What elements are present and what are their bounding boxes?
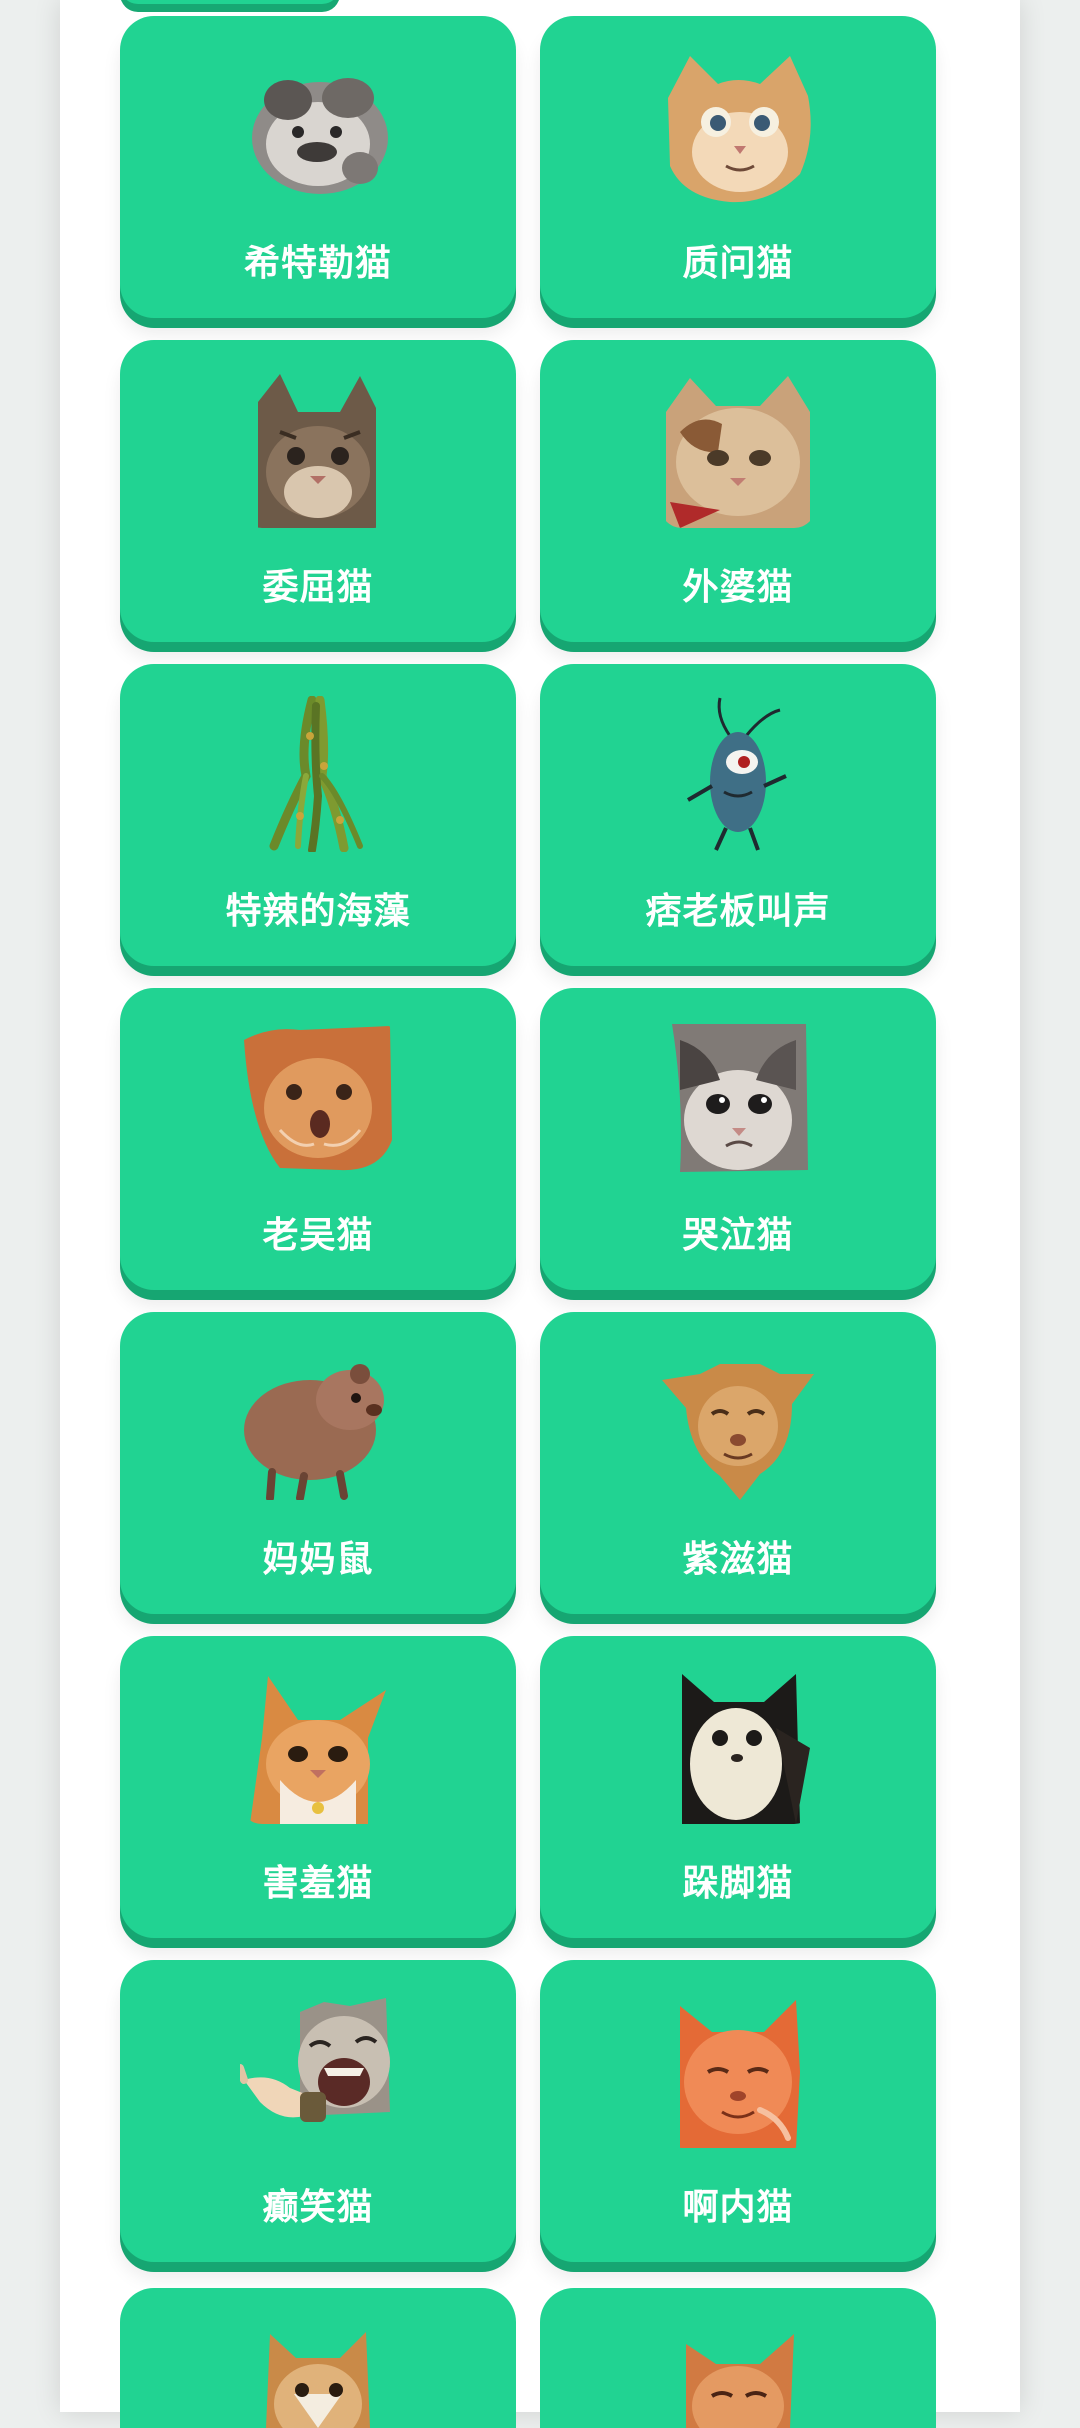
sound-card-grandma-cat[interactable]: 外婆猫 [540,340,936,642]
sound-card-partial-bottom-right[interactable] [540,2288,936,2428]
sound-card-question-cat[interactable]: 质问猫 [540,16,936,318]
sound-card-label: 委屈猫 [262,567,374,608]
calico-cat-icon [660,372,816,528]
seaweed-icon [240,696,396,852]
sound-card-label: 痞老板叫声 [645,891,831,932]
sound-card-label: 哭泣猫 [682,1215,794,1256]
sound-card-label: 妈妈鼠 [262,1539,374,1580]
sound-card-stomping-cat[interactable]: 跺脚猫 [540,1636,936,1938]
sound-card-label: 跺脚猫 [682,1863,794,1904]
sound-card-label: 特辣的海藻 [225,891,411,932]
sound-card-ane-cat[interactable]: 啊内猫 [540,1960,936,2262]
black-white-cat-icon [660,1668,816,1824]
sound-card-crazy-laugh-cat[interactable]: 癫笑猫 [120,1960,516,2262]
orange-cat-icon [660,48,816,204]
sound-card-shy-cat[interactable]: 害羞猫 [120,1636,516,1938]
shy-cat-icon [240,1668,396,1824]
orange-cat-icon [660,1992,816,2148]
squint-cat-icon [660,1344,816,1500]
laughing-cat-icon [240,1992,396,2148]
card-partial-top-left[interactable] [120,0,340,4]
sound-card-label: 癫笑猫 [262,2187,374,2228]
hamster-icon [240,1344,396,1500]
sound-card-label: 紫滋猫 [682,1539,794,1580]
sound-card-label: 希特勒猫 [243,243,392,284]
sound-card-crying-cat[interactable]: 哭泣猫 [540,988,936,1290]
sound-card-spicy-seaweed[interactable]: 特辣的海藻 [120,664,516,966]
calico-cat-icon [256,2324,380,2428]
sound-card-label: 质问猫 [682,243,794,284]
sound-card-wronged-cat[interactable]: 委屈猫 [120,340,516,642]
sound-card-label: 老吴猫 [262,1215,374,1256]
orange-cat-icon [676,2324,800,2428]
sound-card-label: 外婆猫 [682,567,794,608]
sound-card-zizi-cat[interactable]: 紫滋猫 [540,1312,936,1614]
grey-cat-icon [240,48,396,204]
sound-board-page: 希特勒猫 质问猫 委屈猫 外婆猫 特辣的海藻 痞老板叫声 老吴猫 哭泣猫 妈妈鼠… [60,0,1020,2428]
sound-card-plankton[interactable]: 痞老板叫声 [540,664,936,966]
sound-card-label: 啊内猫 [682,2187,794,2228]
sound-card-laowu-cat[interactable]: 老吴猫 [120,988,516,1290]
sound-card-label: 害羞猫 [262,1863,374,1904]
sound-card-partial-bottom-left[interactable] [120,2288,516,2428]
card-grid: 希特勒猫 质问猫 委屈猫 外婆猫 特辣的海藻 痞老板叫声 老吴猫 哭泣猫 妈妈鼠… [120,16,936,2284]
tabby-cat-icon [240,372,396,528]
sound-card-hitler-cat[interactable]: 希特勒猫 [120,16,516,318]
crying-cat-icon [660,1020,816,1176]
sound-card-mom-mouse[interactable]: 妈妈鼠 [120,1312,516,1614]
orange-cat-icon [240,1020,396,1176]
plankton-icon [660,696,816,852]
